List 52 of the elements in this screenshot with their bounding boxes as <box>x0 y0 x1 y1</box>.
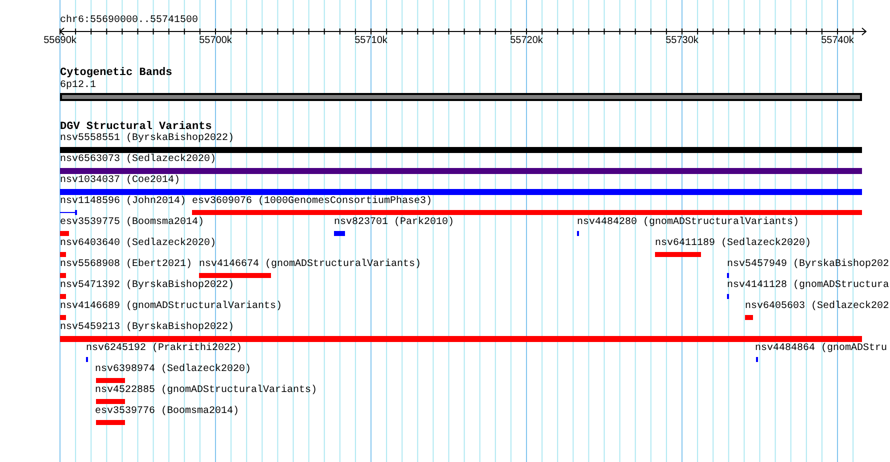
feature-bar[interactable] <box>199 273 271 278</box>
location-label: chr6:55690000..55741500 <box>60 16 198 26</box>
feature-bar[interactable] <box>96 378 125 383</box>
feature-label: nsv4484280 (gnomADStructuralVariants) <box>577 218 800 228</box>
tick-label: 55710k <box>354 36 388 46</box>
tick-label: 55690k <box>44 36 76 46</box>
feature-label: nsv5558551 (ByrskaBishop2022) <box>60 134 234 144</box>
feature-bar[interactable] <box>60 252 66 257</box>
feature-label: nsv1148596 (John2014) <box>60 197 186 207</box>
feature-bar[interactable] <box>96 420 125 425</box>
feature-label: nsv6411189 (Sedlazeck2020) <box>655 239 812 249</box>
feature-label: nsv823701 (Park2010) <box>334 218 454 228</box>
tick-label: 55700k <box>199 36 232 46</box>
band-bar[interactable] <box>60 93 862 101</box>
feature-bar[interactable] <box>60 273 66 278</box>
feature-label: nsv6563073 (Sedlazeck2020) <box>60 155 216 165</box>
feature-label: 6p12.1 <box>60 81 96 91</box>
feature-bar[interactable] <box>60 231 69 236</box>
feature-bar[interactable] <box>745 315 753 320</box>
feature-label: nsv5471392 (ByrskaBishop2022) <box>60 281 234 291</box>
feature-label: esv3539776 (Boomsma2014) <box>95 407 240 417</box>
tick-label: 55730k <box>666 36 698 46</box>
feature-bar[interactable] <box>60 147 862 153</box>
feature-line[interactable] <box>60 210 77 215</box>
feature-label: esv3609076 (1000GenomesConsortiumPhase3) <box>192 197 432 207</box>
feature-label: nsv1034037 (Coe2014) <box>60 176 180 186</box>
feature-bar[interactable] <box>60 336 862 342</box>
feature-bar[interactable] <box>60 168 862 174</box>
feature-label: nsv5568908 (Ebert2021) <box>60 260 192 270</box>
tick-label: 55720k <box>510 36 543 46</box>
feature-bar[interactable] <box>334 231 345 236</box>
feature-label: nsv5459213 (ByrskaBishop2022) <box>60 323 234 333</box>
feature-bar[interactable] <box>192 210 862 215</box>
feature-label: nsv6245192 (Prakrithi2022) <box>86 344 242 354</box>
feature-label: nsv5457949 (ByrskaBishop202 <box>727 260 890 270</box>
track-title: Cytogenetic Bands <box>60 68 172 79</box>
feature-bar[interactable] <box>60 315 66 320</box>
feature-label: nsv4522885 (gnomADStructuralVariants) <box>95 386 318 396</box>
feature-bar[interactable] <box>96 399 125 404</box>
feature-bar[interactable] <box>60 294 66 299</box>
feature-label: nsv6398974 (Sedlazeck2020) <box>95 365 252 375</box>
tick-label: 55740k <box>821 36 854 46</box>
feature-label: esv3539775 (Boomsma2014) <box>60 218 204 228</box>
feature-label: nsv6405603 (Sedlazeck202 <box>745 302 890 312</box>
feature-label: nsv4141128 (gnomADStructura <box>727 281 890 291</box>
feature-label: nsv4484864 (gnomADStru <box>755 344 888 354</box>
feature-label: nsv4146674 (gnomADStructuralVariants) <box>199 260 422 270</box>
feature-label: nsv4146689 (gnomADStructuralVariants) <box>60 302 282 312</box>
feature-bar[interactable] <box>655 252 701 257</box>
feature-bar[interactable] <box>60 189 862 195</box>
track-title: DGV Structural Variants <box>60 122 212 133</box>
feature-label: nsv6403640 (Sedlazeck2020) <box>60 239 216 249</box>
